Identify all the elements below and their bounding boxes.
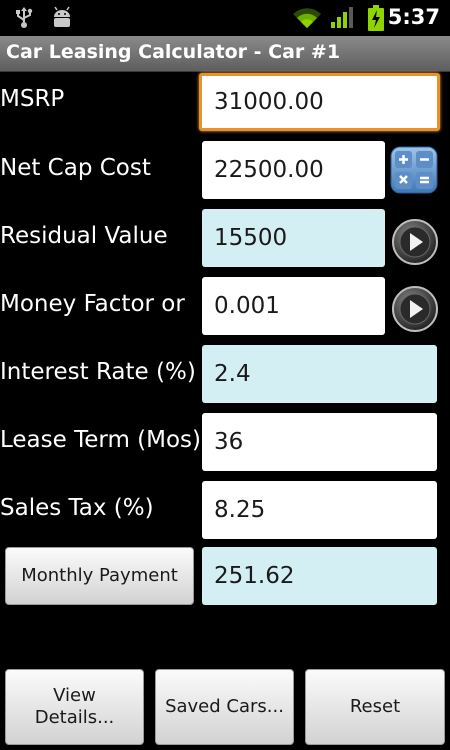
view-details-button[interactable]: View Details...	[5, 669, 144, 745]
android-debug-icon	[54, 6, 70, 27]
battery-charging-icon	[368, 5, 384, 31]
money-factor-label: Money Factor or	[0, 291, 185, 317]
status-time: 5:37	[387, 5, 440, 29]
view-details-label-line1: View	[53, 685, 96, 706]
view-details-label-line2: Details...	[34, 707, 115, 728]
sales-tax-label: Sales Tax (%)	[0, 495, 154, 521]
play-arrow-icon[interactable]	[390, 284, 440, 334]
signal-icon	[331, 7, 353, 28]
net-cap-cost-input[interactable]: 22500.00	[202, 141, 385, 199]
title-bar: Car Leasing Calculator - Car #1	[0, 36, 450, 72]
calculator-icon[interactable]	[389, 145, 439, 195]
money-factor-input[interactable]: 0.001	[202, 277, 385, 335]
interest-rate-input[interactable]: 2.4	[202, 345, 437, 403]
interest-rate-label: Interest Rate (%)	[0, 359, 196, 385]
net-cap-cost-label: Net Cap Cost	[0, 155, 151, 181]
monthly-payment-button-label: Monthly Payment	[21, 565, 178, 586]
play-arrow-icon[interactable]	[390, 217, 440, 267]
reset-label: Reset	[349, 696, 401, 717]
sales-tax-input[interactable]: 8.25	[202, 481, 437, 539]
msrp-label: MSRP	[0, 86, 65, 112]
residual-value-input[interactable]: 15500	[202, 209, 385, 267]
reset-button[interactable]: Reset	[305, 669, 445, 745]
usb-icon	[16, 7, 33, 28]
monthly-payment-button[interactable]: Monthly Payment	[5, 547, 194, 605]
status-bar: 5:37	[0, 0, 450, 36]
msrp-input[interactable]: 31000.00	[199, 73, 440, 131]
wifi-icon	[293, 8, 321, 29]
residual-value-label: Residual Value	[0, 223, 168, 249]
lease-term-input[interactable]: 36	[202, 413, 437, 471]
lease-term-label: Lease Term (Mos)	[0, 427, 200, 453]
saved-cars-label: Saved Cars...	[165, 696, 284, 717]
monthly-payment-output[interactable]: 251.62	[202, 547, 437, 605]
saved-cars-button[interactable]: Saved Cars...	[155, 669, 294, 745]
app-title: Car Leasing Calculator - Car #1	[6, 41, 341, 63]
